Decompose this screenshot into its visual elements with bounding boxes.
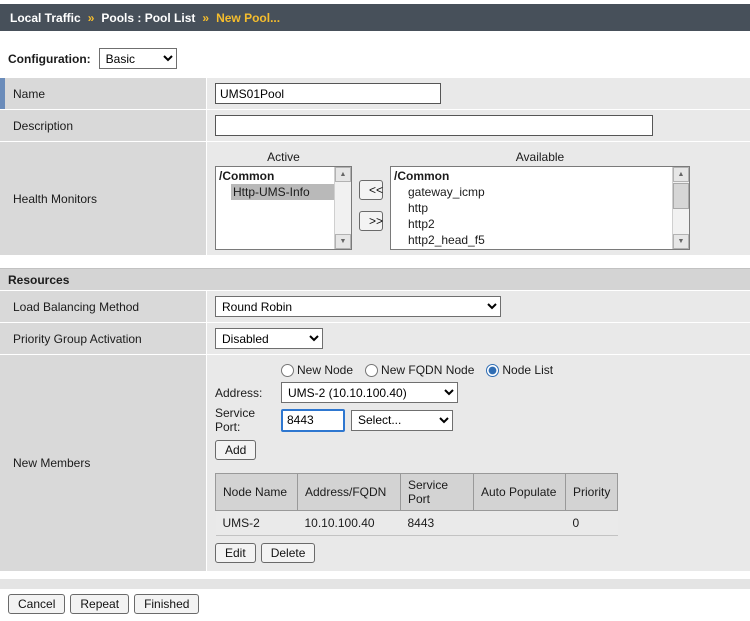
breadcrumb-separator-icon: »	[88, 11, 95, 25]
section-gap	[0, 256, 750, 268]
active-list-header: Active	[215, 148, 352, 166]
resources-section-header: Resources	[0, 268, 750, 290]
scrollbar-track[interactable]	[335, 182, 351, 234]
description-label: Description	[5, 110, 206, 141]
new-members-row: New Members New Node New FQDN Node Node …	[0, 355, 750, 571]
name-input[interactable]	[215, 83, 441, 104]
priority-group-activation-select[interactable]: Disabled	[215, 328, 323, 349]
member-service-port: 8443	[401, 511, 474, 536]
scrollbar-thumb[interactable]	[673, 183, 689, 209]
scroll-down-icon[interactable]: ▼	[335, 234, 351, 249]
description-row: Description	[0, 110, 750, 141]
active-monitors-listbox[interactable]: /Common Http-UMS-Info ▲ ▼	[215, 166, 352, 250]
node-list-radio-label: Node List	[502, 363, 553, 377]
breadcrumb-item-new-pool: New Pool...	[216, 11, 280, 25]
configuration-bar: Configuration: Basic	[8, 48, 750, 69]
description-input[interactable]	[215, 115, 653, 136]
available-list-header: Available	[390, 148, 690, 166]
service-port-label: Service Port:	[215, 406, 281, 434]
available-monitors-listbox[interactable]: /Common gateway_icmp http http2 http2_he…	[390, 166, 690, 250]
member-node-name: UMS-2	[216, 511, 298, 536]
monitor-item-selected[interactable]: Http-UMS-Info	[231, 184, 334, 200]
breadcrumb-separator-icon: »	[202, 11, 209, 25]
footer-buttons: Cancel Repeat Finished	[8, 594, 750, 614]
service-port-input[interactable]	[281, 409, 345, 432]
name-label: Name	[5, 78, 206, 109]
new-node-radio-input[interactable]	[281, 364, 294, 377]
configuration-label: Configuration:	[8, 52, 91, 66]
priority-group-activation-label: Priority Group Activation	[5, 323, 206, 354]
member-auto-populate	[474, 511, 566, 536]
load-balancing-method-row: Load Balancing Method Round Robin	[0, 291, 750, 322]
address-select[interactable]: UMS-2 (10.10.100.40)	[281, 382, 458, 403]
column-header-auto-populate: Auto Populate	[474, 474, 566, 511]
new-fqdn-node-radio-input[interactable]	[365, 364, 378, 377]
name-row: Name	[0, 78, 750, 109]
service-port-select[interactable]: Select...	[351, 410, 453, 431]
footer-divider	[0, 579, 750, 589]
monitor-item[interactable]: gateway_icmp	[406, 184, 672, 200]
partition-label: /Common	[219, 168, 334, 184]
health-monitors-label: Health Monitors	[5, 142, 206, 255]
node-list-radio-input[interactable]	[486, 364, 499, 377]
configuration-select[interactable]: Basic	[99, 48, 177, 69]
monitor-item[interactable]: http	[406, 200, 672, 216]
partition-label: /Common	[394, 168, 672, 184]
members-table: Node Name Address/FQDN Service Port Auto…	[215, 473, 618, 536]
finished-button[interactable]: Finished	[134, 594, 199, 614]
breadcrumb-item-local-traffic[interactable]: Local Traffic	[10, 11, 81, 25]
move-to-available-button[interactable]: >>	[359, 211, 383, 231]
resources-section-title: Resources	[8, 273, 69, 287]
column-header-address-fqdn: Address/FQDN	[298, 474, 401, 511]
member-priority: 0	[566, 511, 618, 536]
scroll-down-icon[interactable]: ▼	[673, 234, 689, 249]
column-header-service-port: Service Port	[401, 474, 474, 511]
monitor-item[interactable]: http2	[406, 216, 672, 232]
radio-new-node[interactable]: New Node	[281, 363, 353, 377]
edit-button[interactable]: Edit	[215, 543, 256, 563]
new-node-radio-label: New Node	[297, 363, 353, 377]
member-address-fqdn: 10.10.100.40	[298, 511, 401, 536]
scrollbar-track[interactable]	[673, 182, 689, 234]
delete-button[interactable]: Delete	[261, 543, 316, 563]
column-header-priority: Priority	[566, 474, 618, 511]
cancel-button[interactable]: Cancel	[8, 594, 65, 614]
monitor-item[interactable]: http2_head_f5	[406, 232, 672, 248]
radio-new-fqdn-node[interactable]: New FQDN Node	[365, 363, 474, 377]
column-header-node-name: Node Name	[216, 474, 298, 511]
add-button[interactable]: Add	[215, 440, 256, 460]
load-balancing-method-label: Load Balancing Method	[5, 291, 206, 322]
new-members-label: New Members	[5, 355, 206, 571]
scrollbar[interactable]: ▲ ▼	[334, 167, 351, 249]
radio-node-list[interactable]: Node List	[486, 363, 553, 377]
scroll-up-icon[interactable]: ▲	[673, 167, 689, 182]
priority-group-activation-row: Priority Group Activation Disabled	[0, 323, 750, 354]
new-fqdn-node-radio-label: New FQDN Node	[381, 363, 474, 377]
scroll-up-icon[interactable]: ▲	[335, 167, 351, 182]
breadcrumb-item-pool-list[interactable]: Pools : Pool List	[101, 11, 195, 25]
repeat-button[interactable]: Repeat	[70, 594, 129, 614]
member-type-radio-group: New Node New FQDN Node Node List	[281, 361, 742, 379]
pool-form: Name Description Health Monitors Active …	[0, 78, 750, 571]
address-label: Address:	[215, 386, 281, 400]
members-table-header-row: Node Name Address/FQDN Service Port Auto…	[216, 474, 618, 511]
load-balancing-method-select[interactable]: Round Robin	[215, 296, 501, 317]
health-monitors-row: Health Monitors Active /Common Http-UMS-…	[0, 142, 750, 255]
scrollbar[interactable]: ▲ ▼	[672, 167, 689, 249]
breadcrumb: Local Traffic » Pools : Pool List » New …	[0, 4, 750, 31]
move-to-active-button[interactable]: <<	[359, 180, 383, 200]
member-row[interactable]: UMS-2 10.10.100.40 8443 0	[216, 511, 618, 536]
